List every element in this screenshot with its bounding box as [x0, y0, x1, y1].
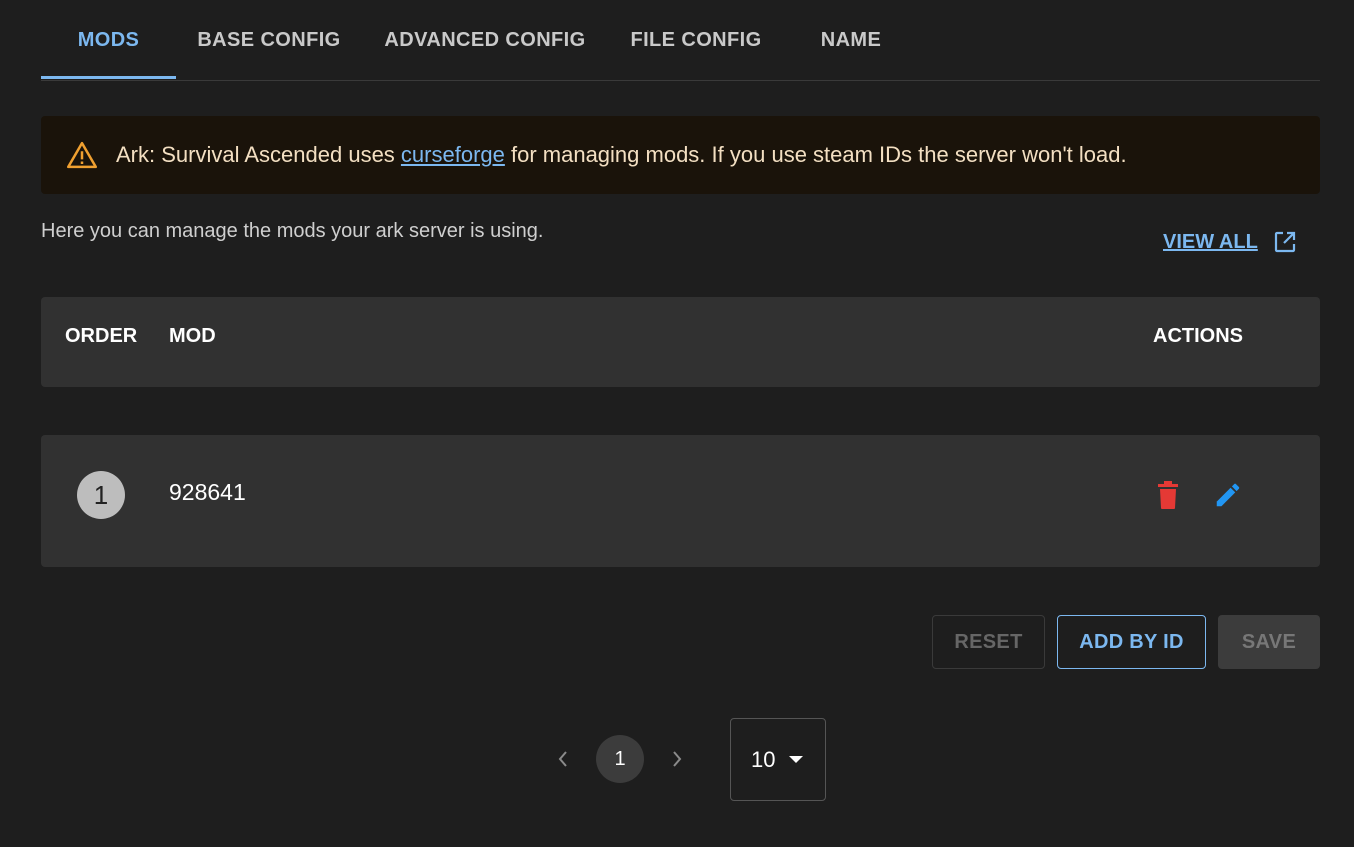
tab-base-config[interactable]: BASE CONFIG [186, 0, 352, 80]
column-header-order: ORDER [65, 324, 138, 347]
tab-name[interactable]: NAME [801, 0, 901, 80]
page-size-value: 10 [751, 746, 776, 772]
page-size-select[interactable]: 10 [730, 718, 826, 801]
mod-id: 928641 [169, 479, 246, 505]
tab-bar: MODS BASE CONFIG ADVANCED CONFIG FILE CO… [41, 0, 1320, 81]
mods-table-header: ORDER MOD ACTIONS [41, 297, 1320, 387]
tab-file-config[interactable]: FILE CONFIG [623, 0, 769, 80]
save-button[interactable]: SAVE [1218, 615, 1320, 669]
reset-button[interactable]: RESET [932, 615, 1045, 669]
active-tab-indicator [41, 76, 176, 79]
add-by-id-button[interactable]: ADD BY ID [1057, 615, 1206, 669]
view-all-label: VIEW ALL [1163, 230, 1258, 253]
external-link-icon [1273, 230, 1297, 254]
chevron-right-icon[interactable] [663, 745, 691, 773]
tab-advanced-config[interactable]: ADVANCED CONFIG [377, 0, 593, 80]
column-header-actions: ACTIONS [1153, 324, 1243, 347]
page-1-button[interactable]: 1 [596, 735, 644, 783]
chevron-down-icon [789, 756, 804, 763]
view-all-link[interactable]: VIEW ALL [1163, 230, 1297, 254]
tab-mods[interactable]: MODS [41, 0, 176, 80]
alert-text-before: Ark: Survival Ascended uses [116, 142, 401, 167]
order-badge: 1 [77, 471, 125, 519]
curseforge-warning-alert: Ark: Survival Ascended uses curseforge f… [41, 116, 1320, 194]
alert-message: Ark: Survival Ascended uses curseforge f… [116, 142, 1127, 168]
intro-text: Here you can manage the mods your ark se… [41, 220, 544, 242]
edit-icon[interactable] [1212, 479, 1244, 511]
delete-icon[interactable] [1152, 479, 1184, 511]
chevron-left-icon[interactable] [549, 745, 577, 773]
table-row: 1 928641 [41, 435, 1320, 567]
curseforge-link[interactable]: curseforge [401, 142, 505, 167]
alert-text-after: for managing mods. If you use steam IDs … [504, 142, 1127, 167]
column-header-mod: MOD [169, 324, 216, 347]
warning-icon [67, 140, 97, 170]
